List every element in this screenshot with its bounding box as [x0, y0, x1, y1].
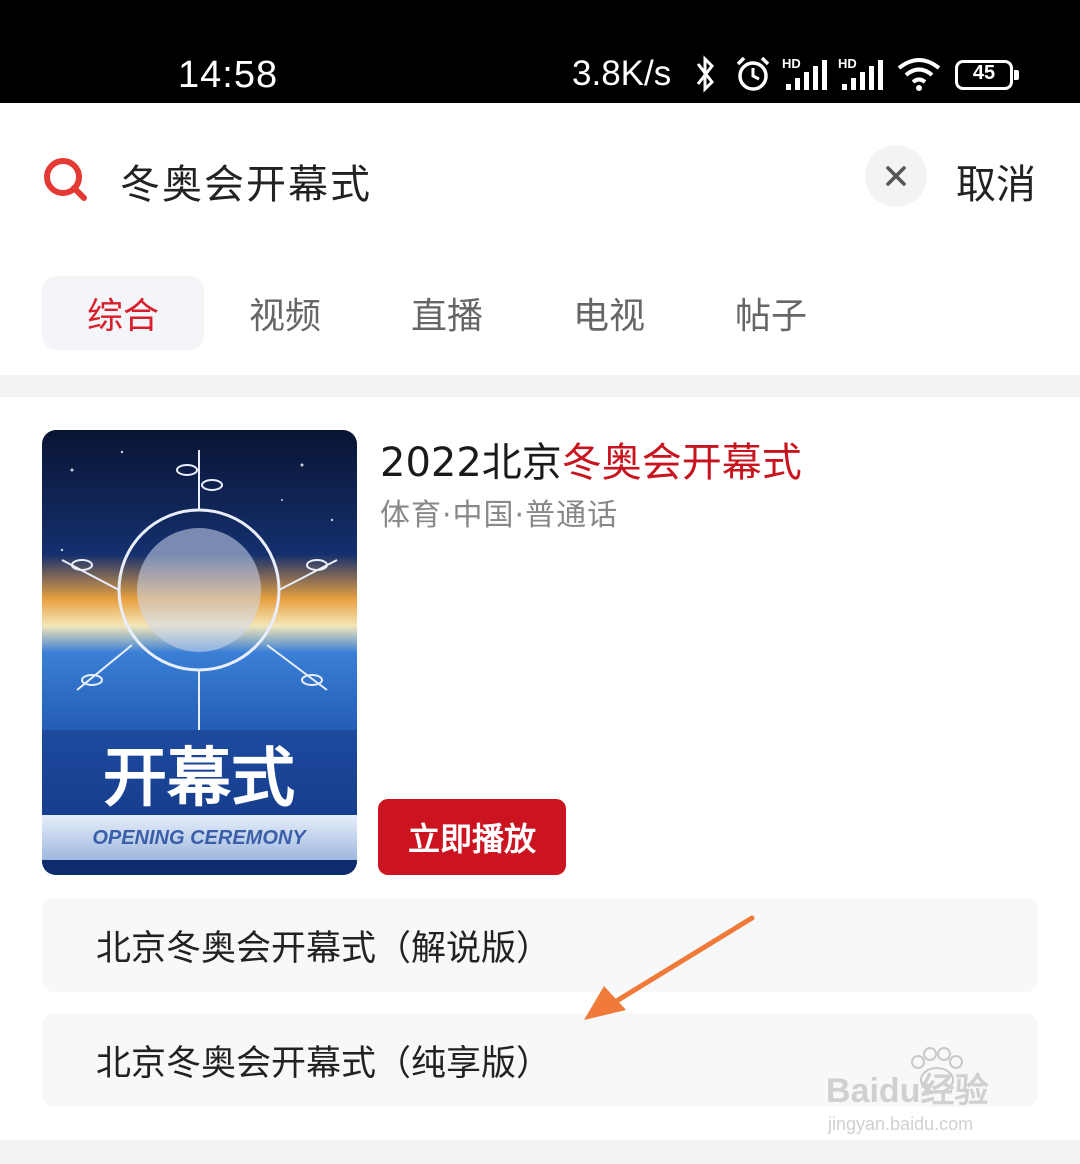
- battery-level: 45: [972, 62, 996, 84]
- baidu-jingyan-watermark: Baidu经验 jingyan.baidu.com: [826, 1047, 988, 1134]
- tab-posts[interactable]: 帖子: [690, 276, 852, 350]
- svg-text:HD: HD: [838, 56, 857, 71]
- network-speed: 3.8K/s: [572, 54, 672, 93]
- section-divider: [0, 1140, 1080, 1164]
- title-prefix: 2022北京: [380, 440, 562, 486]
- battery-icon: 45: [955, 60, 1019, 90]
- poster-image[interactable]: 开幕式 OPENING CEREMONY: [42, 430, 357, 875]
- tab-video[interactable]: 视频: [204, 276, 366, 350]
- poster-title: 开幕式: [103, 741, 295, 816]
- title-highlight: 冬奥会开幕式: [561, 440, 802, 486]
- tab-tv[interactable]: 电视: [528, 276, 690, 350]
- status-time: 14:58: [178, 54, 279, 96]
- svg-text:HD: HD: [782, 56, 801, 71]
- tab-comprehensive[interactable]: 综合: [42, 276, 204, 350]
- cancel-button[interactable]: 取消: [956, 152, 1036, 210]
- play-now-button[interactable]: 立即播放: [378, 799, 566, 875]
- result-meta: 体育·中国·普通话: [380, 498, 619, 533]
- bluetooth-icon: [696, 55, 714, 93]
- search-icon: [44, 158, 87, 201]
- status-bar: 14:58 3.8K/s HD HD 45: [0, 0, 1080, 103]
- section-divider: [0, 375, 1080, 397]
- wifi-icon: [897, 58, 941, 91]
- category-tabs: 综合 视频 直播 电视 帖子: [42, 276, 852, 350]
- watermark-url: jingyan.baidu.com: [827, 1114, 973, 1134]
- watermark-brand: Baidu经验: [826, 1071, 988, 1110]
- hd-signal-icon: HD: [782, 56, 827, 90]
- tab-live[interactable]: 直播: [366, 276, 528, 350]
- poster-subtitle: OPENING CEREMONY: [92, 827, 307, 849]
- annotation-arrow: [584, 915, 755, 1020]
- search-input[interactable]: 冬奥会开幕式: [120, 152, 372, 210]
- version-item[interactable]: 北京冬奥会开幕式（解说版）: [42, 898, 1038, 992]
- alarm-icon: [736, 56, 770, 91]
- close-icon: [886, 166, 906, 186]
- result-title[interactable]: 2022北京冬奥会开幕式: [380, 430, 802, 488]
- clear-search-button[interactable]: [865, 145, 927, 207]
- hd-signal-icon: HD: [838, 56, 883, 90]
